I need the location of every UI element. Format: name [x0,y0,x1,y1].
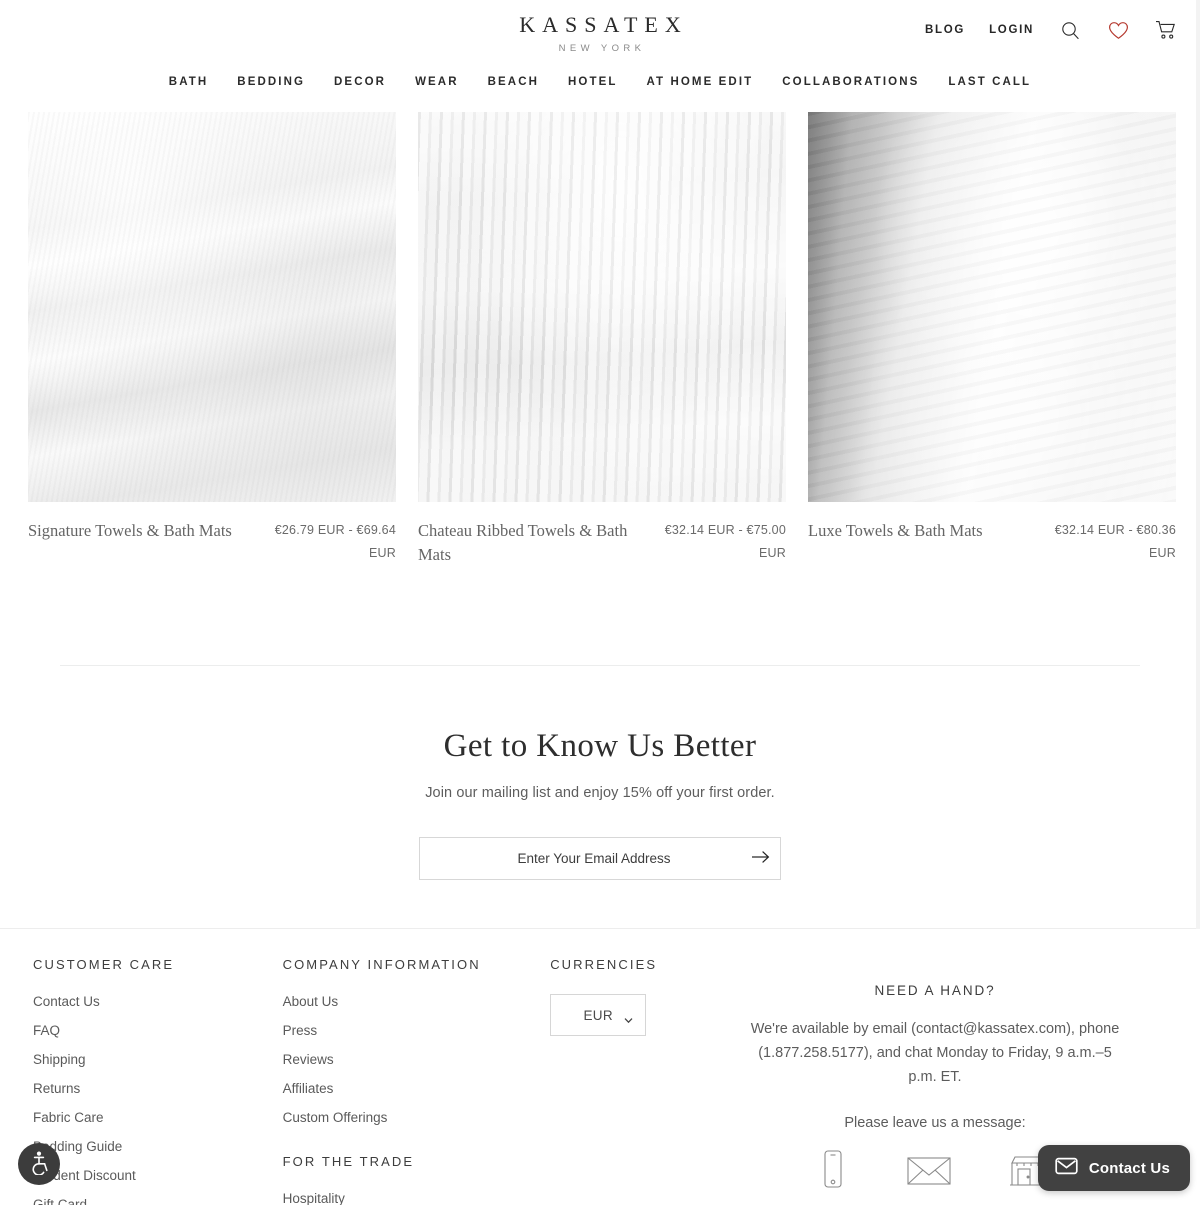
cart-icon[interactable] [1154,18,1178,42]
search-icon[interactable] [1058,18,1082,42]
need-a-hand-body: We're available by email (contact@kassat… [750,1021,1120,1085]
main-navigation: BATH BEDDING DECOR WEAR BEACH HOTEL AT H… [0,66,1200,102]
product-card[interactable]: Chateau Ribbed Towels & Bath Mats €32.14… [418,112,786,567]
need-a-hand-heading: NEED A HAND? [874,983,996,998]
product-image-luxe[interactable] [808,112,1176,502]
footer-column-company-information: COMPANY INFORMATION About Us Press Revie… [283,957,551,1205]
currency-select[interactable]: EUR [550,994,647,1036]
footer-heading-currencies: CURRENCIES [550,957,658,972]
header-utility-bar: BLOG LOGIN [925,18,1178,42]
newsletter-heading: Get to Know Us Better [443,728,757,764]
header-link-login[interactable]: LOGIN [989,24,1034,36]
envelope-icon [1055,1157,1078,1180]
nav-item-at-home-edit[interactable]: AT HOME EDIT [646,76,753,88]
currency-selected-value: EUR [583,1007,613,1023]
product-image-chateau-ribbed[interactable] [418,112,786,502]
arrow-right-icon [751,850,770,867]
newsletter-form [419,837,781,880]
footer-link-columns: CUSTOMER CARE Contact Us FAQ Shipping Re… [0,957,670,1205]
footer-link-fabric-care[interactable]: Fabric Care [33,1110,283,1125]
product-price: €32.14 EUR - €75.00 EUR [664,523,786,560]
product-grid: Signature Towels & Bath Mats €26.79 EUR … [0,112,1200,567]
logo-tagline: NEW YORK [558,43,646,54]
nav-item-wear[interactable]: WEAR [415,76,459,88]
product-card[interactable]: Luxe Towels & Bath Mats €32.14 EUR - €80… [808,112,1176,567]
newsletter-subheading: Join our mailing list and enjoy 15% off … [425,785,775,801]
footer-link-student-discount[interactable]: Student Discount [33,1168,283,1183]
product-meta: Luxe Towels & Bath Mats €32.14 EUR - €80… [808,519,1176,565]
product-title[interactable]: Chateau Ribbed Towels & Bath Mats [418,519,633,567]
contact-channel-email[interactable]: EMAIL [906,1149,952,1205]
chevron-down-icon [624,1012,633,1024]
contact-channel-call[interactable]: CALL [816,1149,850,1205]
footer-heading-customer-care: CUSTOMER CARE [33,957,175,972]
wheelchair-accessibility-icon [26,1149,52,1180]
product-title[interactable]: Signature Towels & Bath Mats [28,519,232,543]
footer-link-affiliates[interactable]: Affiliates [283,1081,551,1096]
envelope-icon [906,1149,952,1196]
nav-item-last-call[interactable]: LAST CALL [948,76,1031,88]
page-root: KASSATEX NEW YORK BLOG LOGIN BATH BEDDIN… [0,0,1200,1205]
footer-link-hospitality[interactable]: Hospitality [283,1191,551,1205]
product-price: €32.14 EUR - €80.36 EUR [1054,523,1176,560]
footer-link-contact-us[interactable]: Contact Us [33,994,283,1009]
nav-item-bedding[interactable]: BEDDING [237,76,305,88]
product-title[interactable]: Luxe Towels & Bath Mats [808,519,983,543]
product-meta: Signature Towels & Bath Mats €26.79 EUR … [28,519,396,565]
phone-icon [820,1149,846,1196]
footer-link-reviews[interactable]: Reviews [283,1052,551,1067]
product-image-signature[interactable] [28,112,396,502]
site-header: KASSATEX NEW YORK BLOG LOGIN [0,0,1200,66]
footer-link-custom-offerings[interactable]: Custom Offerings [283,1110,551,1125]
footer-link-bedding-guide[interactable]: Bedding Guide [33,1139,283,1154]
contact-us-chat-button[interactable]: Contact Us [1037,1145,1190,1191]
footer-heading-company-information: COMPANY INFORMATION [282,957,481,972]
product-meta: Chateau Ribbed Towels & Bath Mats €32.14… [418,519,786,567]
site-footer: CUSTOMER CARE Contact Us FAQ Shipping Re… [0,929,1200,1205]
footer-link-gift-card[interactable]: Gift Card [33,1197,283,1205]
footer-link-returns[interactable]: Returns [33,1081,283,1096]
logo-wordmark: KASSATEX [519,12,688,37]
footer-link-shipping[interactable]: Shipping [33,1052,283,1067]
nav-item-hotel[interactable]: HOTEL [568,76,617,88]
site-logo[interactable]: KASSATEX NEW YORK [512,12,687,54]
footer-link-about-us[interactable]: About Us [283,994,551,1009]
nav-item-decor[interactable]: DECOR [334,76,386,88]
nav-item-beach[interactable]: BEACH [488,76,539,88]
footer-column-customer-care: CUSTOMER CARE Contact Us FAQ Shipping Re… [33,957,283,1205]
accessibility-widget-button[interactable] [18,1143,60,1185]
footer-column-currencies: CURRENCIES EUR [550,957,670,1205]
nav-item-collaborations[interactable]: COLLABORATIONS [782,76,919,88]
product-card[interactable]: Signature Towels & Bath Mats €26.79 EUR … [28,112,396,567]
footer-link-press[interactable]: Press [283,1023,551,1038]
newsletter-submit-button[interactable] [740,838,780,879]
email-input[interactable] [420,838,740,879]
leave-message-label: Please leave us a message: [844,1115,1026,1131]
product-price: €26.79 EUR - €69.64 EUR [274,523,396,560]
page-scrollbar-track[interactable] [1196,0,1200,929]
contact-us-chat-label: Contact Us [1088,1159,1170,1177]
footer-link-faq[interactable]: FAQ [33,1023,283,1038]
newsletter-section: Get to Know Us Better Join our mailing l… [0,728,1200,880]
footer-heading-for-the-trade: FOR THE TRADE [282,1154,415,1169]
nav-item-bath[interactable]: BATH [169,76,209,88]
header-link-blog[interactable]: BLOG [925,24,965,36]
heart-icon[interactable] [1106,18,1130,42]
section-divider [60,665,1140,666]
